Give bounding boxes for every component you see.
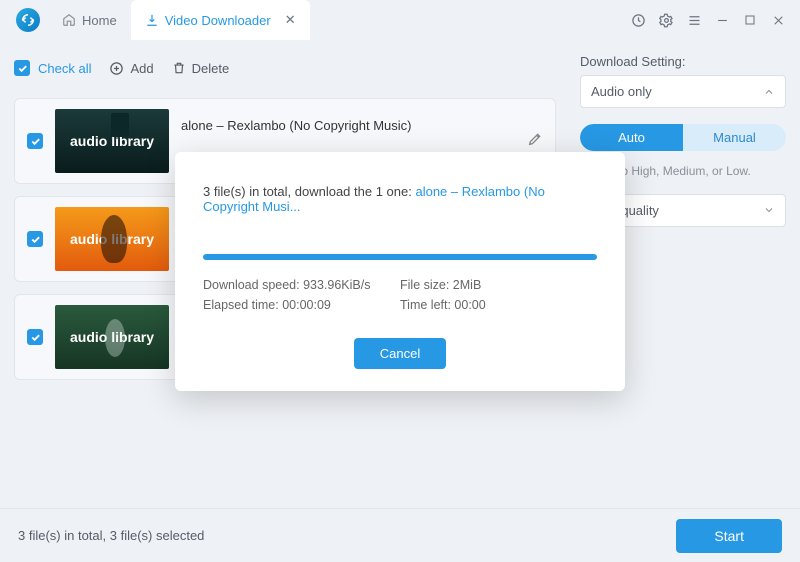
modal-message: 3 file(s) in total, download the 1 one: … bbox=[203, 184, 597, 214]
timeleft-value: 00:00 bbox=[454, 298, 485, 312]
download-progress-modal: 3 file(s) in total, download the 1 one: … bbox=[175, 152, 625, 391]
progress-bar bbox=[203, 254, 597, 260]
speed-value: 933.96KiB/s bbox=[303, 278, 370, 292]
size-value: 2MiB bbox=[453, 278, 481, 292]
elapsed-label: Elapsed time: bbox=[203, 298, 282, 312]
speed-label: Download speed: bbox=[203, 278, 303, 292]
timeleft-label: Time left: bbox=[400, 298, 454, 312]
cancel-button[interactable]: Cancel bbox=[354, 338, 446, 369]
modal-prefix: 3 file(s) in total, download the 1 one: bbox=[203, 184, 415, 199]
elapsed-value: 00:00:09 bbox=[282, 298, 331, 312]
size-label: File size: bbox=[400, 278, 453, 292]
